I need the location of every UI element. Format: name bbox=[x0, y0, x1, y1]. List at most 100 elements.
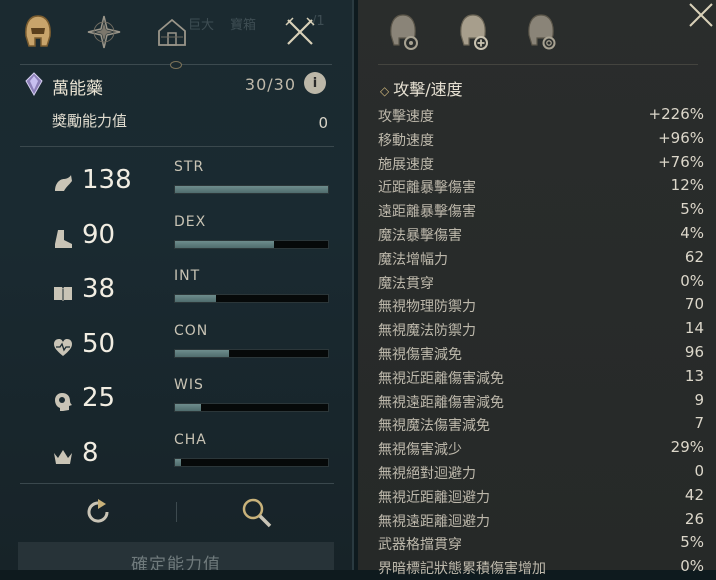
attribute-value: 62 bbox=[684, 247, 704, 266]
attribute-label: 移動速度 bbox=[378, 132, 434, 149]
stat-row-str: 138 STR bbox=[20, 159, 334, 207]
attribute-label: 無視遠距離傷害減免 bbox=[378, 394, 504, 411]
bonus-stat-label: 獎勵能力值 bbox=[52, 112, 128, 130]
stat-progress-bar bbox=[174, 294, 329, 303]
attribute-row: 無視傷害減少 29% bbox=[378, 437, 704, 461]
stat-name: WIS bbox=[174, 377, 204, 393]
helmet-gear-tab[interactable] bbox=[384, 12, 422, 54]
attribute-label: 無視近距離傷害減免 bbox=[378, 370, 504, 387]
attribute-row: 無視傷害減免 96 bbox=[378, 342, 704, 366]
attribute-value: 0 bbox=[694, 461, 704, 480]
constitution-heart-icon bbox=[52, 337, 74, 359]
info-icon: i bbox=[312, 75, 318, 91]
attribute-value: 96 bbox=[684, 342, 704, 361]
character-stats-panel: 巨大 寶箱 /1 萬能藥 30/30 i 獎勵能力值 0 138 STR 90 … bbox=[0, 0, 354, 570]
attribute-row: 施展速度 +76% bbox=[378, 152, 704, 176]
item-count: 30/30 bbox=[244, 75, 296, 94]
confirm-stats-button[interactable]: 確定能力值 bbox=[18, 542, 334, 570]
stat-progress-fill bbox=[175, 350, 229, 357]
section-title-text: 攻擊/速度 bbox=[393, 80, 463, 99]
attribute-label: 無視傷害減少 bbox=[378, 442, 462, 459]
background-ghost-text: 寶箱 bbox=[230, 18, 257, 33]
stat-progress-fill bbox=[175, 459, 182, 466]
stat-list: 138 STR 90 DEX 38 INT 50 CON 25 WIS 8 CH… bbox=[20, 146, 334, 484]
attribute-value: 9 bbox=[694, 390, 704, 409]
close-icon[interactable] bbox=[686, 0, 716, 30]
stat-progress-fill bbox=[175, 241, 275, 248]
attribute-label: 無視近距離迴避力 bbox=[378, 489, 490, 506]
section-title: ◇ 攻擊/速度 bbox=[380, 76, 463, 100]
attribute-row: 無視魔法防禦力 14 bbox=[378, 318, 704, 342]
crystal-potion-icon bbox=[24, 72, 44, 96]
attribute-value: +96% bbox=[658, 128, 704, 147]
attribute-value: 14 bbox=[684, 319, 704, 338]
stat-value: 90 bbox=[82, 220, 116, 250]
helmet-ring-tab[interactable] bbox=[522, 12, 560, 54]
attribute-value: +226% bbox=[648, 105, 704, 123]
background-ghost-text: 巨大 bbox=[188, 18, 215, 33]
info-button[interactable]: i bbox=[304, 72, 326, 94]
attribute-detail-panel: ◇ 攻擊/速度 攻擊速度 +226% 移動速度 +96% 施展速度 +76% 近距離暴擊… bbox=[358, 0, 716, 577]
dexterity-boot-icon bbox=[52, 228, 74, 250]
helmet-add-tab[interactable] bbox=[454, 12, 492, 54]
stat-name: CHA bbox=[174, 432, 207, 448]
compass-star-tab-icon[interactable] bbox=[86, 14, 122, 50]
attribute-row: 魔法暴擊傷害 4% bbox=[378, 223, 704, 247]
bonus-stat-value: 0 bbox=[318, 114, 328, 132]
attribute-row: 魔法增幅力 62 bbox=[378, 247, 704, 271]
attribute-label: 無視魔法傷害減免 bbox=[378, 418, 490, 435]
stat-progress-fill bbox=[175, 404, 201, 411]
header-divider bbox=[378, 64, 698, 65]
attribute-label: 無視遠距離迴避力 bbox=[378, 513, 490, 530]
attribute-row: 遠距離暴擊傷害 5% bbox=[378, 199, 704, 223]
stat-value: 8 bbox=[82, 438, 99, 468]
attribute-label: 魔法暴擊傷害 bbox=[378, 227, 462, 244]
attribute-value: 7 bbox=[694, 414, 704, 433]
attribute-label: 施展速度 bbox=[378, 156, 434, 173]
diamond-bullet-icon: ◇ bbox=[380, 84, 390, 98]
attribute-label: 遠距離暴擊傷害 bbox=[378, 204, 476, 221]
attribute-row: 攻擊速度 +226% bbox=[378, 104, 704, 128]
helmet-plus-icon bbox=[460, 14, 488, 50]
stat-progress-bar bbox=[174, 349, 329, 358]
crossed-swords-icon[interactable] bbox=[284, 16, 316, 48]
attribute-value: 29% bbox=[670, 438, 704, 457]
stat-row-cha: 8 CHA bbox=[20, 432, 334, 480]
stat-row-con: 50 CON bbox=[20, 323, 334, 371]
stat-action-bar bbox=[20, 490, 334, 534]
attribute-row: 無視遠距離迴避力 26 bbox=[378, 509, 704, 533]
helmet-ring-icon bbox=[528, 14, 556, 50]
reset-button[interactable] bbox=[82, 496, 114, 528]
attribute-value: 26 bbox=[684, 509, 704, 528]
attribute-row: 無視物理防禦力 70 bbox=[378, 294, 704, 318]
attribute-label: 魔法貫穿 bbox=[378, 275, 434, 292]
helmet-tab-icon[interactable] bbox=[20, 14, 56, 50]
stat-name: CON bbox=[174, 323, 209, 339]
attribute-label: 界暗標記狀態累積傷害增加 bbox=[378, 561, 546, 578]
attribute-row: 無視絕對迴避力 0 bbox=[378, 461, 704, 485]
attribute-label: 攻擊速度 bbox=[378, 109, 434, 125]
attribute-label: 無視魔法防禦力 bbox=[378, 323, 476, 340]
attribute-value: 42 bbox=[684, 485, 704, 504]
house-tab-icon[interactable] bbox=[154, 14, 190, 50]
elixir-item-row: 萬能藥 30/30 i bbox=[20, 70, 332, 100]
item-name: 萬能藥 bbox=[52, 79, 103, 99]
stat-value: 138 bbox=[82, 165, 132, 195]
attribute-label: 魔法增幅力 bbox=[378, 251, 448, 268]
divider-ornament bbox=[170, 61, 182, 69]
attribute-label: 無視物理防禦力 bbox=[378, 299, 476, 316]
attribute-value: 12% bbox=[670, 176, 704, 195]
stat-progress-bar bbox=[174, 240, 329, 249]
intelligence-book-icon bbox=[52, 282, 74, 304]
attribute-row: 無視遠距離傷害減免 9 bbox=[378, 390, 704, 414]
attribute-list[interactable]: 攻擊速度 +226% 移動速度 +96% 施展速度 +76% 近距離暴擊傷害 12% 遠… bbox=[378, 104, 704, 580]
attribute-value: 5% bbox=[680, 200, 704, 219]
helmet-gear-icon bbox=[390, 14, 418, 50]
attribute-row: 近距離暴擊傷害 12% bbox=[378, 175, 704, 199]
search-button[interactable] bbox=[240, 496, 274, 530]
stat-row-int: 38 INT bbox=[20, 268, 334, 316]
stat-progress-bar bbox=[174, 458, 329, 467]
attribute-value: 13 bbox=[684, 366, 704, 385]
stat-progress-bar bbox=[174, 403, 329, 412]
attribute-value: 4% bbox=[680, 223, 704, 242]
